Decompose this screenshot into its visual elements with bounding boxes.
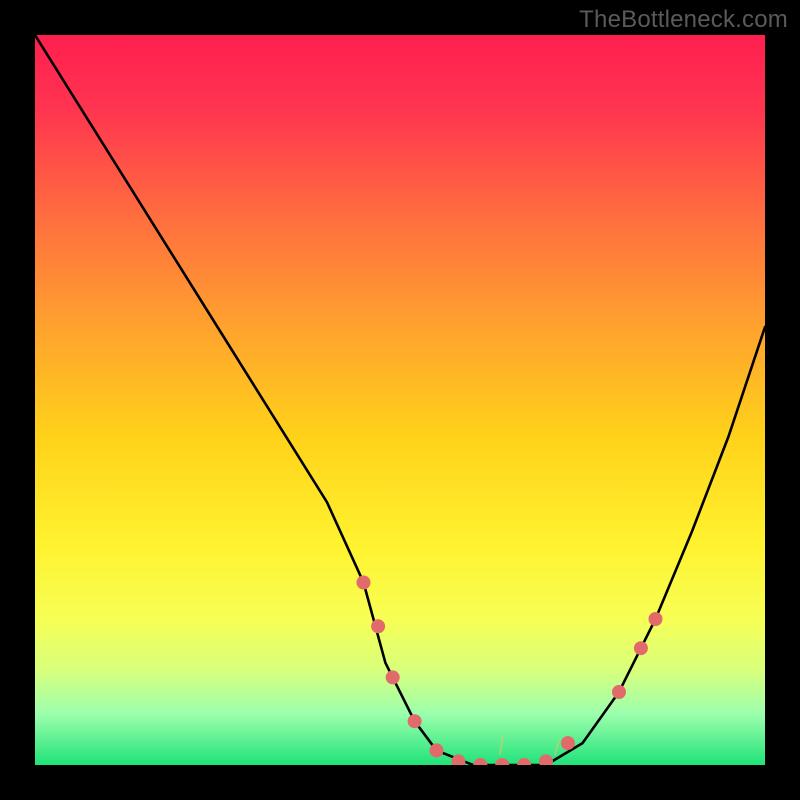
dot-marker xyxy=(561,736,575,750)
dot-marker xyxy=(371,619,385,633)
dot-marker xyxy=(386,670,400,684)
dot-marker xyxy=(517,758,531,765)
dot-marker xyxy=(634,641,648,655)
dot-marker xyxy=(408,714,422,728)
dot-marker xyxy=(430,743,444,757)
plot-area xyxy=(35,35,765,765)
accent-lines xyxy=(500,735,559,755)
bottleneck-curve xyxy=(35,35,765,765)
optimal-range-dots xyxy=(357,576,663,766)
dot-marker xyxy=(473,758,487,765)
dot-marker xyxy=(357,576,371,590)
dot-marker xyxy=(539,754,553,765)
watermark-text: TheBottleneck.com xyxy=(579,6,788,34)
dot-marker xyxy=(649,612,663,626)
chart-container: TheBottleneck.com xyxy=(0,0,800,800)
dot-marker xyxy=(495,758,509,765)
curve-layer xyxy=(35,35,765,765)
dot-marker xyxy=(612,685,626,699)
